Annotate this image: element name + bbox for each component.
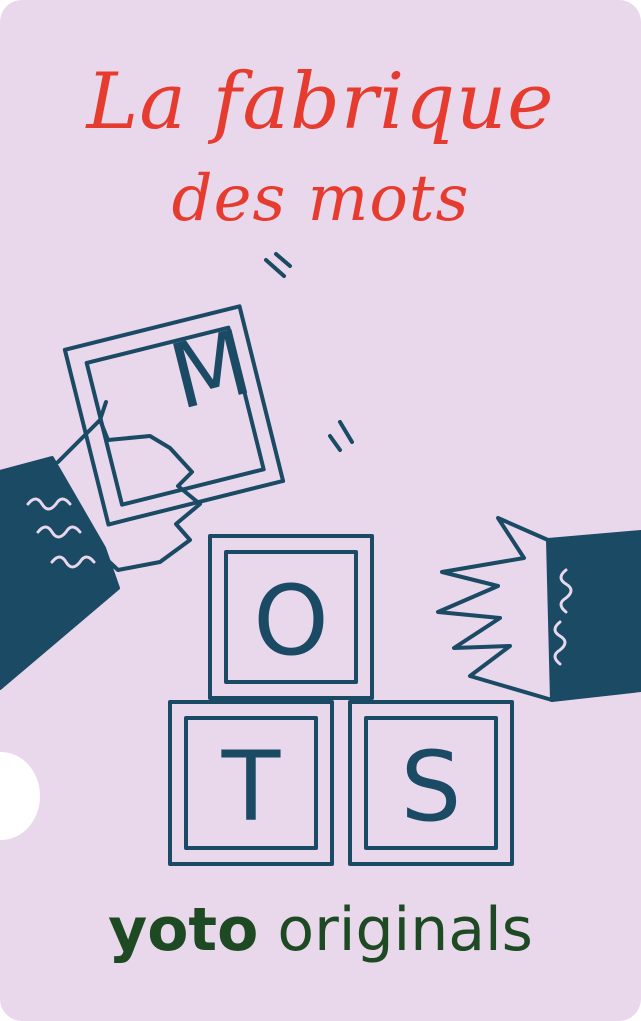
card-title-line1: La fabrique (86, 57, 555, 147)
brand-yoto: yoto (108, 895, 259, 965)
block-s-letter: S (401, 731, 462, 843)
block-t-letter: T (221, 731, 281, 843)
yoto-originals-logo: yoto originals (0, 892, 641, 968)
card-title-line2: des mots (171, 162, 470, 236)
right-hand (436, 516, 554, 702)
blocks-illustration: M O T S (0, 252, 641, 866)
block-o-letter: O (253, 565, 329, 677)
brand-originals: originals (277, 895, 533, 965)
right-sleeve (546, 530, 641, 702)
yoto-card: La fabrique des mots M O T S yoto origin… (0, 0, 641, 1021)
